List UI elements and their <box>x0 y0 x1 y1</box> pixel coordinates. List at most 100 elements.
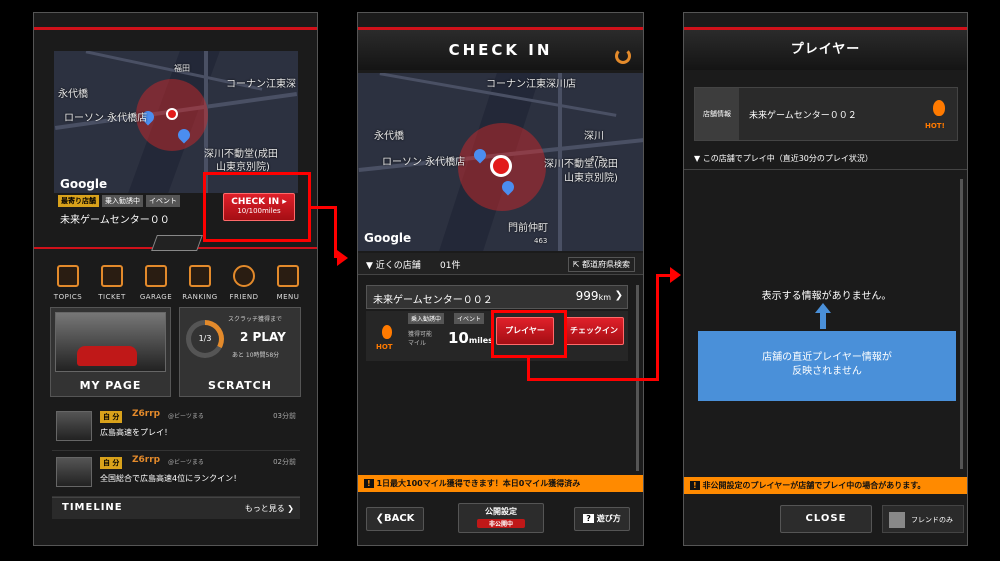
store-row[interactable]: 未来ゲームセンター００２ 999km ❯ <box>366 285 628 309</box>
store-tag: イベント <box>146 195 180 207</box>
timeline-time: 03分前 <box>273 412 296 420</box>
nav-label: GARAGE <box>139 293 173 301</box>
help-icon: ? <box>583 514 594 523</box>
map-label: 門前仲町 <box>508 223 548 234</box>
prefecture-search-button[interactable]: ⇱ 都道府県検索 <box>567 257 635 272</box>
miles-unit: miles <box>468 336 493 345</box>
notice-bar: ! 1日最大100マイル獲得できます！本日0マイル獲得済み <box>358 475 643 492</box>
section-header: ▼ この店舗でプレイ中（直近30分のプレイ状況） <box>694 154 873 163</box>
timeline-text: 広島高速をプレイ！ <box>100 428 172 437</box>
fire-icon <box>382 325 392 339</box>
map-label: 山東京別院) <box>216 162 270 173</box>
checkbox[interactable] <box>889 512 905 528</box>
nearby-count: 01件 <box>440 261 461 271</box>
store-distance: 999km <box>576 289 611 303</box>
help-button[interactable]: ? 遊び方 <box>574 507 630 531</box>
back-button[interactable]: ❮BACK <box>366 507 424 531</box>
empty-message: 表示する情報がありません。 <box>761 291 892 302</box>
crown-icon <box>189 265 211 287</box>
nav-garage[interactable]: GARAGE <box>132 265 180 301</box>
nav-label: TOPICS <box>53 293 83 301</box>
scratch-caption: スクラッチ獲得まで <box>228 316 283 323</box>
timeline-text: 全国総合で広島高速4位にランクイン！ <box>100 474 242 483</box>
store-tag: 乗入勧誘中 <box>408 313 445 324</box>
notice-text: 1日最大100マイル獲得できます！本日0マイル獲得済み <box>376 479 581 488</box>
section-divider <box>684 169 967 170</box>
google-logo: Google <box>60 177 108 191</box>
store-name: 未来ゲームセンター００ <box>60 215 170 226</box>
map-view[interactable]: コーナン江東深川店 永代橋 ローソン 永代橋店 深川 深川不動堂(成田 山東京別… <box>358 73 643 251</box>
check-in-screen: CHECK IN コーナン江東深川店 永代橋 ローソン 永代橋店 深川 深川不動… <box>357 12 644 546</box>
scratch-play-count: 2 PLAY <box>240 330 286 344</box>
nav-ticket[interactable]: TICKET <box>88 265 136 301</box>
arrow-up-icon <box>815 303 831 313</box>
current-location-marker <box>166 108 178 120</box>
top-accent-bar <box>34 27 317 30</box>
fire-icon <box>933 100 945 116</box>
close-button[interactable]: CLOSE <box>780 505 872 533</box>
topics-icon <box>57 265 79 287</box>
scratch-remaining: あと 10時間58分 <box>232 352 280 359</box>
my-page-label: MY PAGE <box>79 379 142 392</box>
timeline-user: Z6rrp <box>132 455 161 465</box>
nearby-label: ▼ 近くの店舗 <box>366 261 421 271</box>
map-label: 永代橋 <box>374 131 404 142</box>
arrow-head <box>670 267 681 283</box>
header: CHECK IN <box>358 30 643 70</box>
timeline-header[interactable]: TIMELINE もっと見る ❯ <box>52 497 300 519</box>
hot-label: HOT! <box>925 122 945 130</box>
map-label: 福田 <box>174 64 190 73</box>
prefecture-search-label: 都道府県検索 <box>582 260 630 269</box>
scratch-progress-text: 1/3 <box>191 325 219 353</box>
nav-friend[interactable]: FRIEND <box>220 265 268 301</box>
store-name: 未来ゲームセンター００２ <box>749 111 857 121</box>
scratch-progress-ring: 1/3 <box>186 320 224 358</box>
store-tag: イベント <box>454 313 485 324</box>
page-title: プレイヤー <box>790 42 861 57</box>
timeline-item[interactable]: 自 分 Z6rrp @ビーツまる 02分前 全国総合で広島高速4位にランクイン！ <box>52 453 300 497</box>
map-label: 深川 <box>584 131 604 142</box>
nearest-store-tag: 最寄り店舗 <box>58 195 99 207</box>
nav-topics[interactable]: TOPICS <box>44 265 92 301</box>
store-info-label: 店舗情報 <box>695 88 739 140</box>
scratch-label: SCRATCH <box>208 379 272 392</box>
car-thumbnail <box>56 457 92 487</box>
scrollbar[interactable] <box>960 179 963 469</box>
nav-label: MENU <box>276 293 300 301</box>
public-setting-label: 公開設定 <box>485 507 517 516</box>
player-screen: プレイヤー 店舗情報 未来ゲームセンター００２ HOT! ▼ この店舗でプレイ中… <box>683 12 968 546</box>
car-thumbnail <box>56 411 92 441</box>
scratch-card[interactable]: スクラッチ獲得まで 1/3 2 PLAY あと 10時間58分 SCRATCH <box>179 307 301 397</box>
public-state-badge: 非公開中 <box>477 519 525 528</box>
brand-logo <box>151 235 203 251</box>
friends-only-label: フレンドのみ <box>911 516 953 524</box>
google-logo: Google <box>364 231 412 245</box>
arrow-up-stem <box>820 313 826 329</box>
map-label: 475 <box>590 155 604 163</box>
arrow-head <box>337 250 348 266</box>
arrow-line <box>527 378 659 381</box>
highlight-frame <box>491 310 567 358</box>
map-label: 永代橋 <box>58 89 88 100</box>
friends-only-toggle[interactable]: フレンドのみ <box>882 505 964 533</box>
miles-number: 10 <box>448 329 469 347</box>
distance-unit: km <box>598 293 611 302</box>
more-link[interactable]: もっと見る ❯ <box>245 503 294 514</box>
highlight-frame <box>203 172 311 242</box>
nav-menu[interactable]: MENU <box>264 265 312 301</box>
nav-ranking[interactable]: RANKING <box>176 265 224 301</box>
red-car <box>77 346 137 366</box>
nearby-bar: ▼ 近くの店舗 01件 ⇱ 都道府県検索 <box>358 253 643 275</box>
public-setting-button[interactable]: 公開設定 非公開中 <box>458 503 544 533</box>
check-in-button[interactable]: チェックイン <box>564 317 624 345</box>
store-name: 未来ゲームセンター００２ <box>373 295 493 306</box>
my-page-card[interactable]: MY PAGE <box>50 307 171 397</box>
map-label: 山東京別院) <box>564 173 618 184</box>
friend-icon <box>233 265 255 287</box>
notice-bar: ! 非公開設定のプレイヤーが店舗でプレイ中の場合があります。 <box>684 477 967 494</box>
map-label: 463 <box>534 237 548 245</box>
refresh-icon[interactable] <box>615 48 631 64</box>
timeline-item[interactable]: 自 分 Z6rrp @ビーツまる 03分前 広島高速をプレイ！ <box>52 407 300 451</box>
warning-icon: ! <box>690 481 700 490</box>
timeline-team: @ビーツまる <box>168 459 204 466</box>
